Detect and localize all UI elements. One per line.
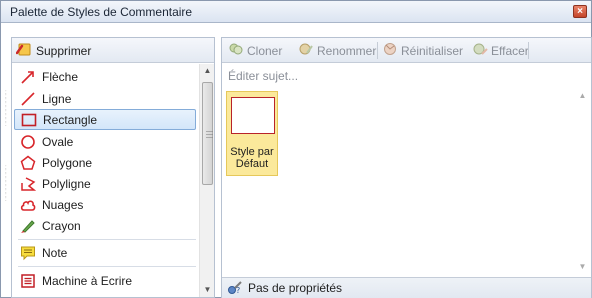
- style-toolbar: Cloner Renommer Réinitialiser Effacer: [222, 38, 591, 63]
- clone-button[interactable]: Cloner: [228, 38, 282, 63]
- tool-label: Polyligne: [42, 176, 91, 191]
- tool-label: Nuages: [42, 197, 84, 212]
- tool-item-machine-a-ecrire[interactable]: Machine à Ecrire: [14, 270, 196, 291]
- palette-window: Palette de Styles de Commentaire × :::::…: [0, 0, 592, 298]
- close-icon: ×: [577, 6, 583, 17]
- delete-label: Supprimer: [36, 43, 92, 58]
- tool-item-ovale[interactable]: Ovale: [14, 131, 196, 152]
- tool-list-scrollbar[interactable]: ▲ — — — ▼: [199, 64, 214, 297]
- clone-icon: [228, 41, 244, 60]
- delete-button[interactable]: Supprimer: [15, 38, 92, 63]
- gallery-scrollbar[interactable]: ▲ ▼: [574, 85, 591, 277]
- tool-label: Rectangle: [43, 112, 98, 127]
- line-icon: [20, 91, 36, 107]
- cloud-icon: [20, 197, 36, 213]
- rename-icon: [298, 41, 314, 60]
- erase-label: Effacer: [491, 43, 529, 58]
- tool-label: Machine à Ecrire: [42, 273, 133, 288]
- resize-grip-icon[interactable]: :::::::::: [5, 90, 8, 128]
- resize-grip-icon[interactable]: :::::::::: [5, 165, 8, 203]
- erase-icon: [472, 41, 488, 60]
- scroll-up-icon[interactable]: ▲: [200, 64, 215, 78]
- oval-icon: [20, 134, 36, 150]
- left-toolbar: Supprimer: [12, 38, 214, 63]
- tool-label: Crayon: [42, 218, 81, 233]
- reset-button[interactable]: Réinitialiser: [382, 38, 463, 63]
- polyline-icon: [20, 176, 36, 192]
- scrollbar-thumb[interactable]: — — —: [202, 82, 213, 185]
- tool-item-polygone[interactable]: Polygone: [14, 152, 196, 173]
- scroll-down-icon[interactable]: ▼: [574, 262, 591, 271]
- properties-label: Pas de propriétés: [248, 281, 343, 295]
- default-style-card[interactable]: Style par Défaut: [226, 91, 278, 176]
- clone-label: Cloner: [247, 43, 283, 58]
- tool-label: Polygone: [42, 155, 93, 170]
- typewriter-icon: [20, 273, 36, 289]
- title-bar[interactable]: Palette de Styles de Commentaire ×: [1, 1, 591, 23]
- tool-label: Ovale: [42, 134, 74, 149]
- style-type-panel: Supprimer Flèche Ligne Rectangle Ovale P…: [11, 37, 215, 298]
- tool-label: Flèche: [42, 69, 79, 84]
- properties-bar: ? Pas de propriétés: [222, 277, 591, 298]
- tool-item-rectangle[interactable]: Rectangle: [14, 109, 196, 130]
- arrow-icon: [20, 69, 36, 85]
- note-icon: [20, 245, 36, 261]
- pencil-icon: [20, 218, 36, 234]
- tool-label: Ligne: [42, 91, 72, 106]
- tool-item-polyligne[interactable]: Polyligne: [14, 173, 196, 194]
- tool-item-note[interactable]: Note: [14, 242, 196, 263]
- rectangle-preview: [231, 97, 275, 134]
- tool-label: Note: [42, 245, 68, 260]
- tool-item-ligne[interactable]: Ligne: [14, 88, 196, 109]
- style-card-label: Style par Défaut: [230, 146, 274, 170]
- grip-icon: — — —: [206, 128, 213, 141]
- window-title: Palette de Styles de Commentaire: [10, 5, 193, 19]
- reset-label: Réinitialiser: [401, 43, 464, 58]
- toolbar-separator: [377, 42, 378, 59]
- rename-label: Renommer: [317, 43, 377, 58]
- scroll-up-icon[interactable]: ▲: [574, 91, 591, 100]
- scroll-down-icon[interactable]: ▼: [200, 283, 215, 297]
- rename-button[interactable]: Renommer: [298, 38, 376, 63]
- style-gallery: Style par Défaut: [222, 85, 575, 277]
- delete-icon: [15, 41, 32, 60]
- tool-item-fleche[interactable]: Flèche: [14, 66, 196, 87]
- rectangle-icon: [21, 112, 37, 128]
- properties-icon: ?: [227, 279, 243, 298]
- tool-item-crayon[interactable]: Crayon: [14, 215, 196, 236]
- polygon-icon: [20, 155, 36, 171]
- list-divider: [18, 266, 196, 267]
- erase-button[interactable]: Effacer: [472, 38, 529, 63]
- svg-text:?: ?: [236, 286, 240, 295]
- list-divider: [18, 239, 196, 240]
- subject-field[interactable]: Éditer sujet...: [228, 69, 298, 83]
- reset-icon: [382, 41, 398, 60]
- tool-list: Flèche Ligne Rectangle Ovale Polygone Po…: [12, 64, 198, 297]
- toolbar-separator: [528, 42, 529, 59]
- tool-item-nuages[interactable]: Nuages: [14, 194, 196, 215]
- close-button[interactable]: ×: [573, 5, 587, 18]
- style-panel: Cloner Renommer Réinitialiser Effacer Éd…: [221, 37, 592, 298]
